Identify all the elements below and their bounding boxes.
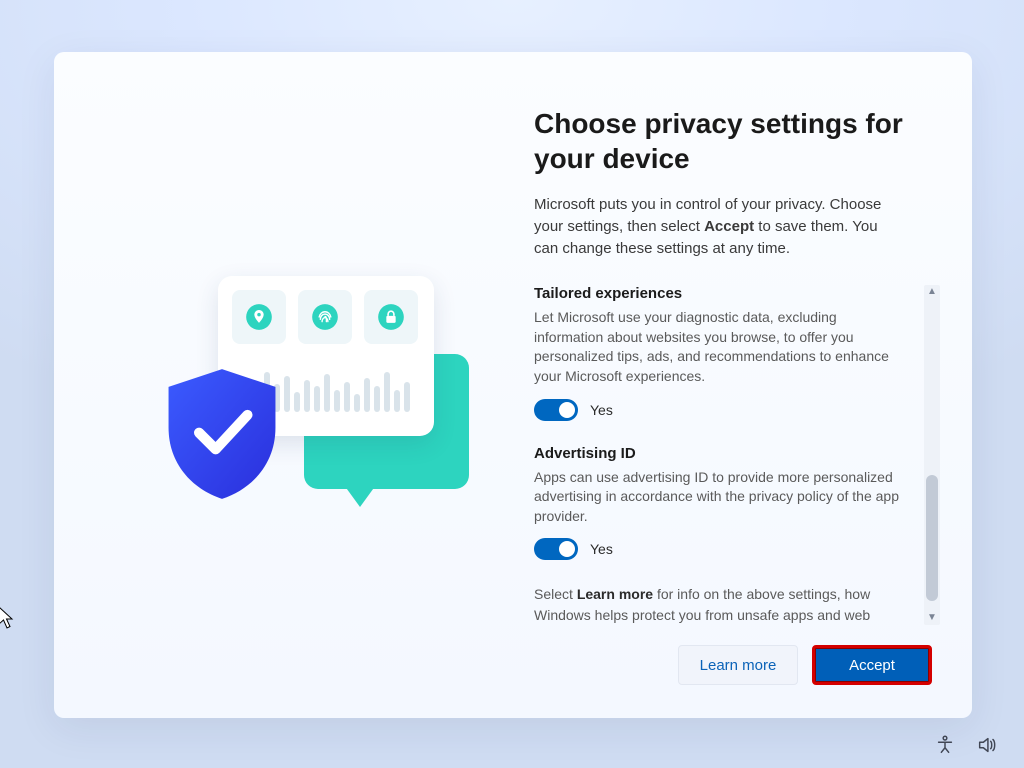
- learn-more-button[interactable]: Learn more: [678, 645, 798, 685]
- toggle-tailored-experiences[interactable]: [534, 399, 578, 421]
- toggle-label: Yes: [590, 402, 613, 418]
- system-tray: [934, 734, 998, 756]
- scroll-down-arrow-icon[interactable]: ▼: [927, 613, 937, 623]
- setting-title: Tailored experiences: [534, 285, 906, 302]
- location-pin-icon: [232, 290, 286, 344]
- vertical-scrollbar[interactable]: ▲ ▼: [924, 285, 940, 625]
- setting-desc: Let Microsoft use your diagnostic data, …: [534, 308, 906, 386]
- volume-icon[interactable]: [976, 734, 998, 756]
- settings-scroll-region: Tailored experiences Let Microsoft use y…: [534, 285, 940, 625]
- content-pane: Choose privacy settings for your device …: [524, 52, 972, 718]
- page-title: Choose privacy settings for your device: [534, 106, 940, 176]
- lock-icon: [364, 290, 418, 344]
- setting-tailored-experiences: Tailored experiences Let Microsoft use y…: [534, 285, 906, 420]
- intro-bold: Accept: [704, 218, 754, 235]
- toggle-label: Yes: [590, 541, 613, 557]
- accept-button[interactable]: Accept: [812, 645, 932, 685]
- button-row: Learn more Accept: [534, 625, 940, 695]
- footnote-pre: Select: [534, 586, 577, 602]
- scroll-thumb[interactable]: [926, 475, 938, 601]
- setting-title: Advertising ID: [534, 445, 906, 462]
- accessibility-icon[interactable]: [934, 734, 956, 756]
- footnote-text: Select Learn more for info on the above …: [534, 584, 906, 625]
- intro-text: Microsoft puts you in control of your pr…: [534, 194, 940, 259]
- scroll-up-arrow-icon[interactable]: ▲: [927, 287, 937, 297]
- shield-check-icon: [158, 364, 286, 504]
- oobe-card: Choose privacy settings for your device …: [54, 52, 972, 718]
- setting-desc: Apps can use advertising ID to provide m…: [534, 468, 906, 527]
- illustration-pane: [54, 52, 524, 718]
- setting-advertising-id: Advertising ID Apps can use advertising …: [534, 445, 906, 561]
- settings-list: Tailored experiences Let Microsoft use y…: [534, 285, 924, 625]
- mouse-cursor-icon: [0, 606, 16, 630]
- fingerprint-icon: [298, 290, 352, 344]
- footnote-bold: Learn more: [577, 586, 653, 602]
- toggle-advertising-id[interactable]: [534, 538, 578, 560]
- privacy-illustration: [124, 274, 444, 534]
